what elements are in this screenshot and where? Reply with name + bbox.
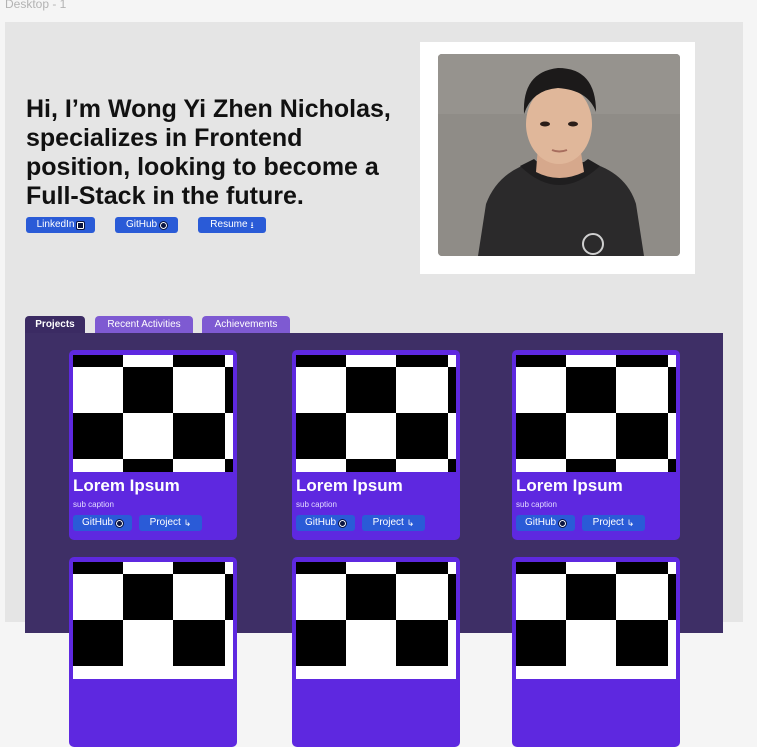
linkedin-button[interactable]: LinkedIn bbox=[26, 217, 95, 233]
project-link-label: Project bbox=[149, 517, 181, 528]
profile-photo-frame bbox=[420, 42, 695, 274]
desktop-frame: Hi, I’m Wong Yi Zhen Nicholas, specializ… bbox=[5, 22, 743, 747]
resume-button[interactable]: Resume ⭳ bbox=[198, 217, 266, 233]
project-link-button[interactable]: Project ↳ bbox=[139, 515, 202, 531]
project-subtitle: sub caption bbox=[73, 500, 114, 509]
project-subtitle: sub caption bbox=[516, 500, 557, 509]
project-thumbnail bbox=[516, 355, 676, 472]
project-thumbnail bbox=[516, 562, 676, 679]
project-card bbox=[512, 557, 680, 747]
project-card bbox=[69, 557, 237, 747]
tab-recent-activities[interactable]: Recent Activities bbox=[95, 316, 193, 334]
project-github-label: GitHub bbox=[304, 517, 337, 528]
github-icon bbox=[115, 518, 125, 528]
project-thumbnail bbox=[296, 562, 456, 679]
github-icon bbox=[558, 518, 568, 528]
arrow-icon: ↳ bbox=[183, 518, 192, 528]
github-button-label: GitHub bbox=[125, 219, 158, 230]
projects-panel: Lorem Ipsum sub caption GitHub Project ↳… bbox=[25, 333, 723, 747]
project-github-label: GitHub bbox=[524, 517, 557, 528]
linkedin-button-label: LinkedIn bbox=[36, 219, 75, 230]
project-link-button[interactable]: Project ↳ bbox=[362, 515, 425, 531]
project-thumbnail bbox=[73, 562, 233, 679]
project-github-button[interactable]: GitHub bbox=[296, 515, 355, 531]
project-card: Lorem Ipsum sub caption GitHub Project ↳ bbox=[512, 350, 680, 540]
project-subtitle: sub caption bbox=[296, 500, 337, 509]
project-thumbnail bbox=[296, 355, 456, 472]
hero-title: Hi, I’m Wong Yi Zhen Nicholas, specializ… bbox=[26, 95, 391, 210]
project-title: Lorem Ipsum bbox=[73, 476, 180, 495]
project-card: Lorem Ipsum sub caption GitHub Project ↳ bbox=[292, 350, 460, 540]
arrow-icon: ↳ bbox=[406, 518, 415, 528]
project-github-button[interactable]: GitHub bbox=[73, 515, 132, 531]
frame-label: Desktop - 1 bbox=[5, 0, 67, 11]
project-link-button[interactable]: Project ↳ bbox=[582, 515, 645, 531]
tab-projects[interactable]: Projects bbox=[25, 316, 85, 334]
project-github-button[interactable]: GitHub bbox=[516, 515, 575, 531]
tab-achievements[interactable]: Achievements bbox=[202, 316, 290, 334]
resume-button-label: Resume bbox=[210, 219, 248, 230]
project-title: Lorem Ipsum bbox=[516, 476, 623, 495]
github-icon bbox=[338, 518, 348, 528]
download-icon: ⭳ bbox=[250, 220, 254, 230]
project-card bbox=[292, 557, 460, 747]
project-link-label: Project bbox=[372, 517, 404, 528]
project-github-label: GitHub bbox=[81, 517, 114, 528]
project-card: Lorem Ipsum sub caption GitHub Project ↳ bbox=[69, 350, 237, 540]
github-button[interactable]: GitHub bbox=[115, 217, 178, 233]
project-title: Lorem Ipsum bbox=[296, 476, 403, 495]
linkedin-icon bbox=[76, 220, 86, 230]
arrow-icon: ↳ bbox=[626, 518, 635, 528]
profile-photo bbox=[438, 54, 680, 256]
project-link-label: Project bbox=[592, 517, 624, 528]
github-icon bbox=[159, 220, 169, 230]
project-thumbnail bbox=[73, 355, 233, 472]
